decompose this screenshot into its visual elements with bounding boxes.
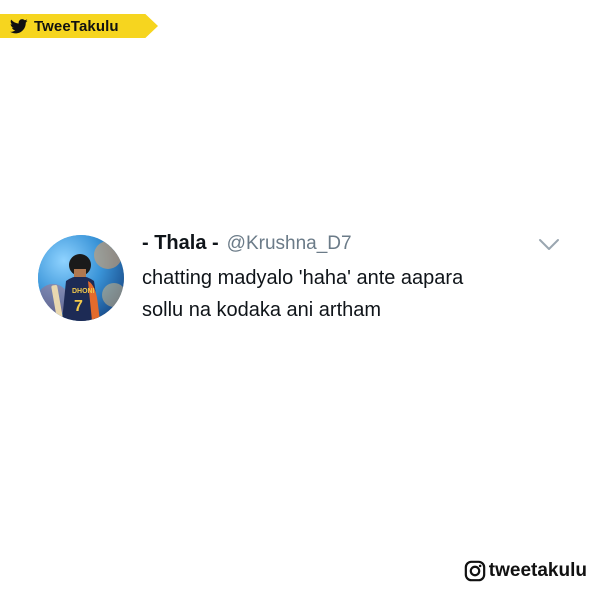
instagram-handle-text: tweetakulu	[488, 560, 587, 581]
display-name[interactable]: - Thala -	[142, 232, 219, 255]
user-handle[interactable]: @Krushna_D7	[227, 233, 352, 255]
tweet-text-line: sollu na kodaka ani artham	[142, 299, 382, 321]
chevron-down-icon[interactable]	[538, 238, 560, 252]
svg-text:DHONI: DHONI	[72, 288, 95, 295]
avatar-image: DHONI 7	[38, 235, 124, 321]
brand-name: TweeTakulu	[34, 17, 119, 35]
tweet-card: DHONI 7 - Thala - @Krushna_D7 chatting m…	[38, 232, 568, 332]
tweet-text: chatting madyalo 'haha' ante aapara soll…	[142, 262, 562, 326]
brand-tag: TweeTakulu	[0, 14, 158, 38]
tweet-header: - Thala - @Krushna_D7	[142, 232, 352, 256]
tweet-text-line: chatting madyalo 'haha' ante aapara	[142, 267, 464, 289]
twitter-bird-icon	[10, 18, 28, 33]
svg-text:7: 7	[74, 298, 83, 315]
instagram-handle: tweetakulu	[464, 560, 587, 582]
profile-avatar[interactable]: DHONI 7	[38, 235, 124, 321]
instagram-icon	[464, 560, 486, 582]
